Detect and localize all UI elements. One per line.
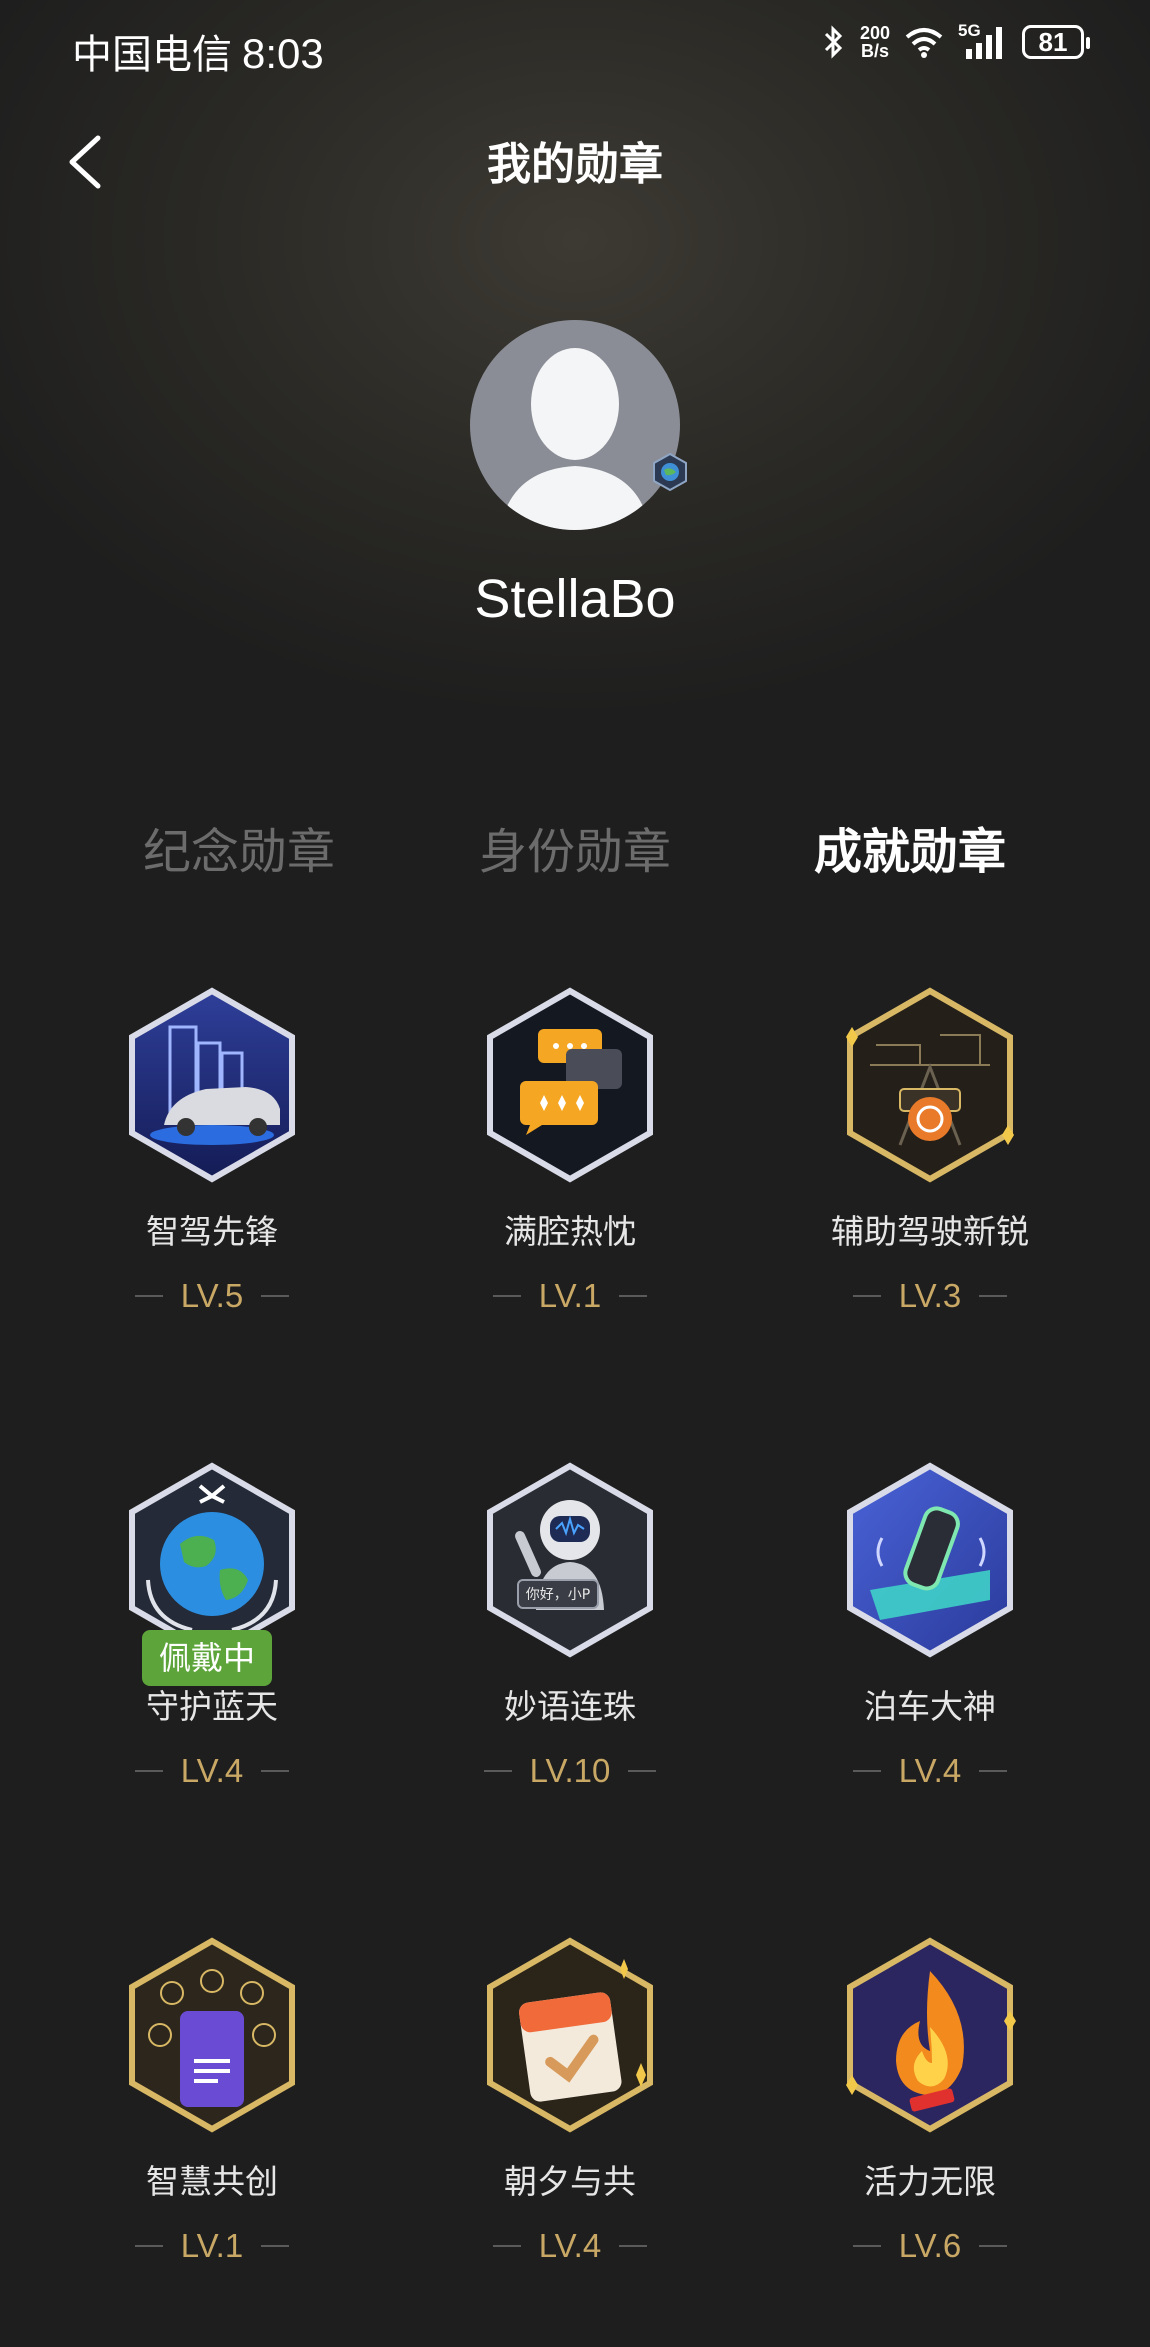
flame-icon [846, 1937, 1016, 2133]
badge-item[interactable]: 活力无限 LV.6 [780, 1935, 1080, 2265]
net-speed-value: 200 [859, 23, 890, 43]
badge-name: 智驾先锋 [146, 1212, 278, 1251]
page-title: 我的勋章 [487, 139, 663, 190]
badge-level-row: LV.4 [420, 2227, 720, 2265]
bluetooth-icon [824, 25, 843, 59]
badge-item[interactable]: 满腔热忱 LV.1 [420, 985, 720, 1315]
worn-badge-icon [653, 452, 687, 492]
badge-level: LV.6 [898, 2227, 962, 2264]
default-user-icon [500, 348, 650, 530]
badge-category-tabs: 纪念勋章 身份勋章 成就勋章 [0, 812, 1150, 882]
badge-level-row: LV.10 [420, 1752, 720, 1790]
badge-level-row: LV.5 [62, 1277, 362, 1315]
clock: 8:03 [242, 30, 324, 77]
badge-level-row: LV.1 [62, 2227, 362, 2265]
badge-level-row: LV.1 [420, 1277, 720, 1315]
badge-name: 智慧共创 [146, 2162, 278, 2201]
wifi-icon [905, 28, 943, 58]
avatar[interactable] [470, 320, 680, 530]
badge-level: LV.5 [180, 1277, 244, 1314]
battery-indicator: 81 [1022, 25, 1090, 59]
status-right: 200 B/s 5G 81 [822, 21, 1090, 60]
tab-identity[interactable]: 身份勋章 [445, 812, 705, 882]
badge-level-row: LV.4 [780, 1752, 1080, 1790]
badge-item[interactable]: 泊车大神 LV.4 [780, 1460, 1080, 1790]
badge-level: LV.4 [180, 1752, 244, 1789]
carrier: 中国电信 [72, 32, 232, 78]
badge-level: LV.10 [529, 1752, 611, 1789]
chat-bubbles-icon [487, 987, 653, 1183]
battery-level: 81 [1038, 26, 1068, 57]
status-left: 中国电信 8:03 [72, 22, 324, 80]
signal-bars-icon [966, 27, 1002, 59]
badge-level-row: LV.4 [62, 1752, 362, 1790]
badge-name: 妙语连珠 [504, 1687, 636, 1726]
badge-level: LV.4 [538, 2227, 602, 2264]
badge-item[interactable]: 你好，小P 妙语连珠 LV.10 [420, 1460, 720, 1790]
badge-name: 辅助驾驶新锐 [831, 1212, 1029, 1251]
badge-level-row: LV.3 [780, 1277, 1080, 1315]
wearing-tag: 佩戴中 [142, 1630, 272, 1686]
tab-commemorative[interactable]: 纪念勋章 [109, 812, 369, 882]
city-car-icon [129, 987, 295, 1183]
badge-item[interactable]: 朝夕与共 LV.4 [420, 1935, 720, 2265]
badge-item[interactable]: 辅助驾驶新锐 LV.3 [780, 985, 1080, 1315]
badge-item[interactable]: 智驾先锋 LV.5 [62, 985, 362, 1315]
status-bar: 中国电信 8:03 200 B/s 5G 81 [0, 0, 1150, 96]
badge-name: 活力无限 [864, 2162, 996, 2201]
phone-apps-icon [129, 1937, 295, 2133]
net-speed-unit: B/s [860, 41, 889, 61]
badge-item[interactable]: 佩戴中 守护蓝天 LV.4 [62, 1460, 362, 1790]
astronaut-bubble-text: 你好，小P [526, 1587, 590, 1603]
badge-level: LV.1 [180, 2227, 244, 2264]
astronaut-icon: 你好，小P [487, 1462, 653, 1658]
badge-level: LV.4 [898, 1752, 962, 1789]
avatar-container[interactable] [470, 320, 687, 530]
parking-car-icon [847, 1462, 1013, 1658]
cellular-signal: 5G [958, 21, 1008, 59]
badge-name: 守护蓝天 [146, 1687, 278, 1726]
badge-level: LV.3 [898, 1277, 962, 1314]
badge-level-row: LV.6 [780, 2227, 1080, 2265]
username: StellaBo [474, 569, 676, 629]
badge-name: 朝夕与共 [504, 2162, 636, 2201]
badge-level: LV.1 [538, 1277, 602, 1314]
badge-name: 满腔热忱 [504, 1212, 636, 1251]
badge-item[interactable]: 智慧共创 LV.1 [62, 1935, 362, 2265]
steering-wheel-road-icon [846, 987, 1014, 1183]
net-speed: 200 B/s [860, 24, 890, 60]
calendar-check-icon [487, 1937, 653, 2133]
tab-achievement[interactable]: 成就勋章 [780, 812, 1040, 882]
badge-name: 泊车大神 [864, 1687, 996, 1726]
